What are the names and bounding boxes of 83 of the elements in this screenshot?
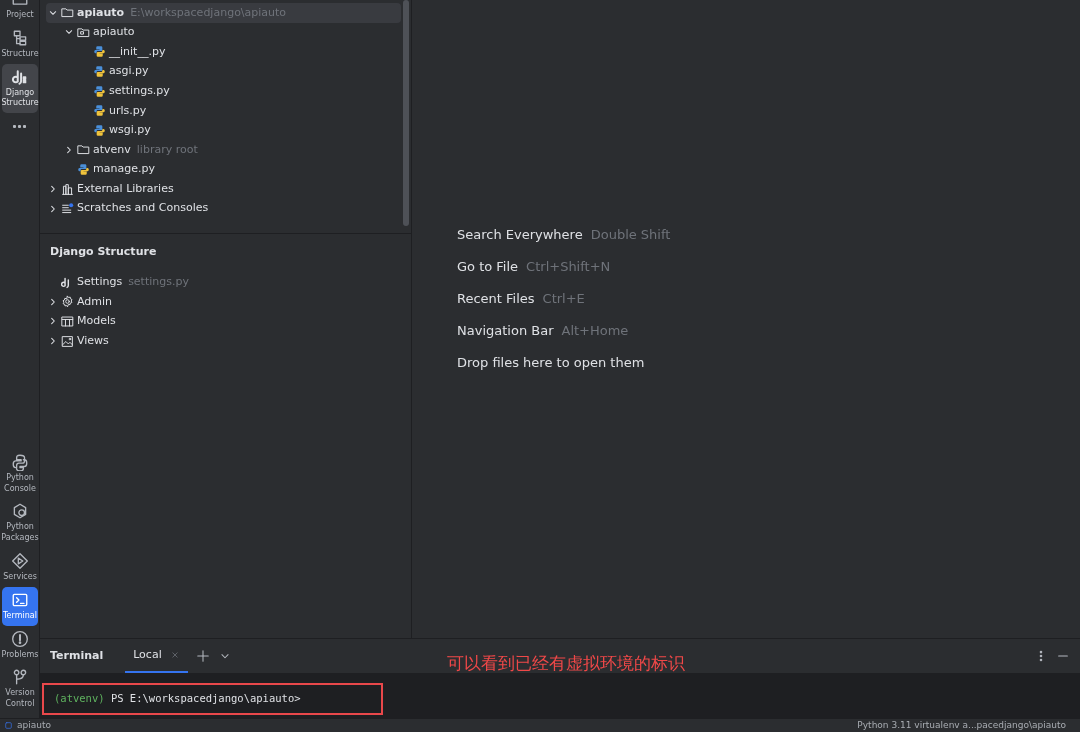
tree-item[interactable]: apiauto	[46, 22, 401, 43]
tool-window-button[interactable]: Django Structure	[2, 63, 38, 114]
annotation-text: 可以看到已经有虚拟环境的标识	[447, 652, 685, 675]
prompt-text: PS E:\workspacedjango\apiauto>	[110, 692, 301, 704]
tool-window-button[interactable]: Services	[2, 548, 38, 587]
python-file-icon	[93, 45, 106, 59]
project-name: apiauto	[17, 719, 51, 732]
item-name: manage.py	[93, 161, 155, 178]
django-icon	[11, 67, 29, 86]
tree-item[interactable]: settings.py	[46, 81, 401, 101]
interpreter-label[interactable]: Python 3.11 virtualenv a...pacedjango\apiauto	[857, 719, 1066, 732]
item-name: Admin	[77, 293, 113, 310]
close-icon	[169, 650, 180, 660]
item-name: apiauto	[77, 4, 125, 21]
item-name: Scratches and Consoles	[77, 200, 209, 217]
image-icon	[61, 334, 74, 348]
tree-item[interactable]: apiauto E:\workspacedjango\apiauto	[46, 3, 401, 23]
hint-shortcut: Ctrl+Shift+N	[526, 258, 611, 277]
venv-label: (atvenv)	[54, 692, 105, 704]
item-name: asgi.py	[109, 63, 149, 80]
tree-item[interactable]: Settings settings.py	[46, 272, 401, 293]
tree-item[interactable]: Models	[46, 311, 401, 332]
tree-item[interactable]: urls.py	[46, 100, 401, 121]
hint-action: Navigation Bar	[457, 322, 554, 341]
hint-shortcut: Ctrl+E	[542, 290, 585, 309]
item-hint: settings.py	[128, 274, 189, 291]
hint-action: Drop files here to open them	[457, 354, 645, 373]
project-icon	[4, 721, 13, 730]
python-file-icon	[93, 65, 106, 79]
item-name: External Libraries	[77, 180, 174, 197]
tool-window-button[interactable]: Terminal	[2, 586, 38, 626]
python-file-icon	[93, 123, 106, 137]
branch-icon	[11, 668, 29, 687]
hint-action: Recent Files	[457, 290, 535, 309]
tree-item[interactable]: asgi.py	[46, 61, 401, 82]
tree-item[interactable]: wsgi.py	[46, 120, 401, 141]
hint-action: Search Everywhere	[457, 226, 583, 245]
python-icon	[11, 452, 29, 471]
more-icon	[13, 125, 26, 129]
tree-item[interactable]: __init__.py	[46, 42, 401, 62]
tree-item[interactable]: manage.py	[46, 159, 401, 180]
item-name: Models	[77, 313, 116, 330]
scratches-icon	[61, 202, 74, 216]
tool-window-button[interactable]: Python Packages	[2, 498, 38, 548]
package-icon	[11, 502, 29, 521]
panel-title: Terminal	[50, 647, 104, 664]
tree-item[interactable]: External Libraries	[46, 179, 401, 199]
python-file-icon	[77, 163, 90, 177]
tool-window-button[interactable]: Problems	[2, 625, 38, 665]
library-icon	[61, 182, 74, 196]
item-name: apiauto	[93, 24, 135, 41]
hint-shortcut: Double Shift	[590, 226, 671, 245]
item-hint: E:\workspacedjango\apiauto	[130, 4, 287, 21]
tool-window-button[interactable]: Project	[2, 0, 38, 25]
package-folder-icon	[77, 25, 90, 39]
item-hint: library root	[136, 141, 198, 158]
tree-item[interactable]: Views	[46, 331, 401, 351]
tree-item[interactable]: atvenv library root	[46, 140, 401, 160]
item-name: settings.py	[109, 82, 170, 99]
tool-window-button[interactable]: Structure	[2, 24, 38, 64]
tool-window-button[interactable]: Python Console	[2, 448, 38, 499]
folder-icon	[61, 6, 74, 20]
plus-icon	[195, 649, 210, 663]
hint-action: Go to File	[457, 258, 519, 277]
folder-icon	[77, 143, 90, 157]
table-icon	[61, 315, 74, 328]
python-file-icon	[93, 84, 106, 98]
item-name: __init__.py	[109, 43, 166, 60]
tree-item[interactable]: Scratches and Consoles	[46, 198, 401, 219]
panel-title: Django Structure	[49, 244, 158, 260]
item-name: wsgi.py	[109, 122, 151, 139]
warning-circle-icon	[11, 629, 29, 648]
item-name: urls.py	[109, 102, 147, 119]
tool-window-button[interactable]: Version Control	[2, 664, 38, 714]
item-name: Views	[77, 332, 109, 349]
hint-shortcut: Alt+Home	[561, 322, 629, 341]
python-file-icon	[93, 104, 106, 118]
item-name: atvenv	[93, 141, 131, 158]
structure-icon	[11, 28, 29, 47]
item-name: Settings	[77, 274, 123, 291]
gear-icon	[61, 295, 74, 309]
tree-item[interactable]: Admin	[46, 292, 401, 312]
scrollbar-thumb[interactable]	[403, 0, 409, 226]
